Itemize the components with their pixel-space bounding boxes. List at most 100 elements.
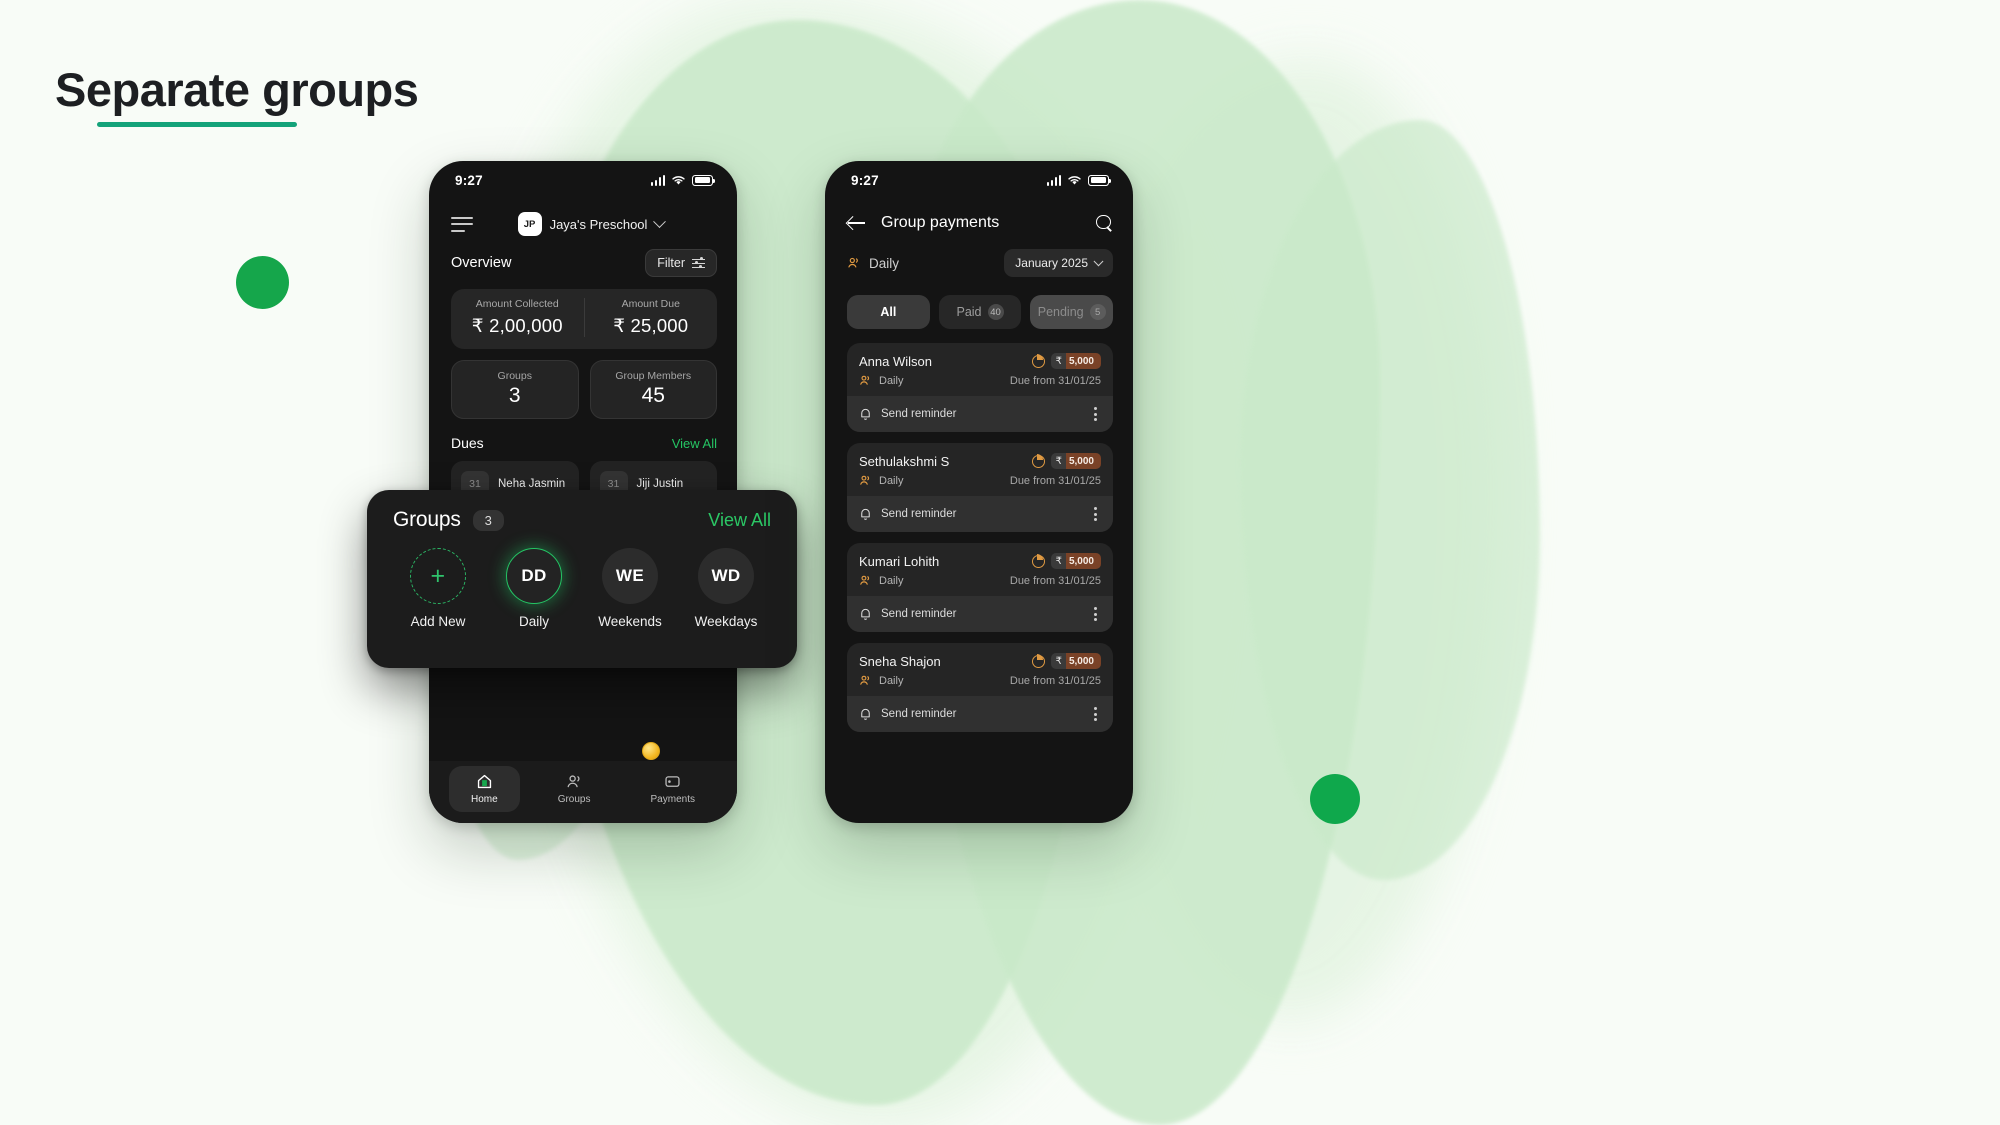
send-reminder-button[interactable]: Send reminder bbox=[859, 607, 956, 621]
groups-count-value: 3 bbox=[508, 384, 521, 407]
people-icon bbox=[860, 675, 870, 685]
overlay-group-label: Weekdays bbox=[694, 614, 758, 629]
table-row[interactable]: Anna Wilson ₹ 5,000 Daily Due from 31/01… bbox=[847, 343, 1113, 432]
group-name: Daily bbox=[879, 674, 904, 687]
status-bar-right: 9:27 bbox=[825, 161, 1133, 199]
pie-chart-icon bbox=[1031, 453, 1045, 468]
group-avatar: DD bbox=[506, 548, 562, 604]
selected-group[interactable]: Daily bbox=[847, 256, 899, 271]
bell-icon bbox=[861, 708, 870, 720]
due-text: Due from 31/01/25 bbox=[1009, 574, 1101, 587]
due-name: Neha Jasmin bbox=[498, 478, 566, 490]
pie-chart-icon bbox=[1031, 553, 1045, 568]
member-name: Anna Wilson bbox=[859, 353, 932, 369]
group-members-label: Group Members bbox=[615, 370, 692, 382]
amount-value: 5,000 bbox=[1065, 453, 1101, 469]
tab-label: Payments bbox=[650, 794, 695, 805]
left-app-bar: JP Jaya's Preschool bbox=[429, 199, 737, 243]
avatar: JP bbox=[517, 212, 542, 236]
group-members-count-card[interactable]: Group Members 45 bbox=[589, 360, 717, 419]
overlay-count-badge: 3 bbox=[472, 509, 504, 531]
send-reminder-button[interactable]: Send reminder bbox=[859, 407, 956, 421]
decorative-dot-left bbox=[236, 256, 289, 309]
payments-list: Anna Wilson ₹ 5,000 Daily Due from 31/01… bbox=[825, 329, 1133, 732]
people-icon bbox=[860, 575, 870, 585]
overlay-view-all-link[interactable]: View All bbox=[708, 510, 771, 531]
amount-due-label: Amount Due bbox=[621, 298, 680, 310]
send-reminder-label: Send reminder bbox=[881, 508, 957, 520]
group-filter-row: Daily January 2025 bbox=[825, 233, 1133, 277]
tab-count: 5 bbox=[1089, 304, 1106, 320]
overview-header: Overview Filter bbox=[429, 243, 737, 277]
overlay-group-daily[interactable]: DD Daily bbox=[491, 548, 577, 629]
more-vertical-icon[interactable] bbox=[1090, 705, 1101, 723]
groups-count-card[interactable]: Groups 3 bbox=[451, 360, 579, 419]
member-name: Kumari Lohith bbox=[859, 553, 940, 569]
dues-view-all-link[interactable]: View All bbox=[672, 436, 717, 451]
groups-count-label: Groups bbox=[497, 370, 532, 382]
hamburger-menu-icon[interactable] bbox=[451, 216, 473, 232]
org-name: Jaya's Preschool bbox=[549, 216, 648, 232]
tab-label: Groups bbox=[557, 794, 591, 805]
plus-icon: + bbox=[410, 548, 466, 604]
bell-icon bbox=[861, 508, 870, 520]
phone-right: 9:27 Group payments Daily January 2025 A… bbox=[825, 161, 1133, 823]
people-icon bbox=[567, 775, 580, 788]
status-bar-left: 9:27 bbox=[429, 161, 737, 199]
send-reminder-button[interactable]: Send reminder bbox=[859, 507, 956, 521]
status-time: 9:27 bbox=[851, 172, 879, 188]
amount-due-cell: Amount Due ₹ 25,000 bbox=[583, 298, 718, 337]
due-text: Due from 31/01/25 bbox=[1009, 674, 1101, 687]
tab-label: Paid bbox=[956, 305, 982, 319]
send-reminder-button[interactable]: Send reminder bbox=[859, 707, 956, 721]
overlay-group-add-new[interactable]: + Add New bbox=[395, 548, 481, 629]
more-vertical-icon[interactable] bbox=[1090, 605, 1101, 623]
wifi-icon bbox=[1068, 175, 1081, 185]
people-icon bbox=[860, 375, 870, 385]
overlay-group-weekends[interactable]: WE Weekends bbox=[587, 548, 673, 629]
group-members-value: 45 bbox=[641, 384, 665, 407]
pie-chart-icon bbox=[1031, 653, 1045, 668]
tab-paid[interactable]: Paid 40 bbox=[938, 295, 1022, 329]
section-title-dues: Dues bbox=[451, 435, 484, 451]
battery-icon bbox=[1088, 174, 1112, 186]
org-selector[interactable]: JP Jaya's Preschool bbox=[517, 212, 673, 236]
member-name: Sethulakshmi S bbox=[859, 453, 950, 469]
section-title-overview: Overview bbox=[451, 255, 512, 271]
overlay-header: Groups 3 View All bbox=[393, 508, 771, 532]
back-arrow-icon[interactable] bbox=[847, 213, 867, 233]
month-selector[interactable]: January 2025 bbox=[1004, 249, 1113, 277]
people-icon bbox=[860, 475, 870, 485]
more-vertical-icon[interactable] bbox=[1090, 405, 1101, 423]
table-row[interactable]: Sneha Shajon ₹ 5,000 Daily Due from 31/0… bbox=[847, 643, 1113, 732]
overlay-group-label: Weekends bbox=[598, 614, 662, 629]
tab-groups[interactable]: Groups bbox=[536, 766, 613, 812]
tab-count: 40 bbox=[987, 304, 1004, 320]
filter-label: Filter bbox=[657, 256, 685, 270]
tab-pending[interactable]: Pending 5 bbox=[1030, 295, 1114, 329]
bell-icon bbox=[861, 608, 870, 620]
overlay-group-weekdays[interactable]: WD Weekdays bbox=[683, 548, 769, 629]
more-vertical-icon[interactable] bbox=[1090, 505, 1101, 523]
amount-collected-value: ₹ 2,00,000 bbox=[471, 315, 563, 336]
search-icon[interactable] bbox=[1096, 214, 1113, 232]
tab-payments[interactable]: Payments bbox=[629, 766, 717, 812]
amount-value: 5,000 bbox=[1065, 653, 1101, 669]
signal-bars-icon bbox=[650, 174, 665, 186]
amount-value: 5,000 bbox=[1065, 553, 1101, 569]
tab-home[interactable]: Home bbox=[449, 766, 520, 812]
filter-button[interactable]: Filter bbox=[645, 249, 717, 277]
send-reminder-label: Send reminder bbox=[881, 708, 957, 720]
table-row[interactable]: Kumari Lohith ₹ 5,000 Daily Due from 31/… bbox=[847, 543, 1113, 632]
home-icon bbox=[477, 774, 491, 789]
table-row[interactable]: Sethulakshmi S ₹ 5,000 Daily Due from 31… bbox=[847, 443, 1113, 532]
group-avatar: WE bbox=[602, 548, 658, 604]
right-app-bar: Group payments bbox=[825, 199, 1133, 233]
send-reminder-label: Send reminder bbox=[881, 608, 957, 620]
tab-all[interactable]: All bbox=[847, 295, 930, 329]
amount-collected-label: Amount Collected bbox=[475, 298, 559, 310]
bottom-tab-bar: Home Groups Payments bbox=[429, 761, 737, 823]
overlay-title: Groups bbox=[393, 508, 461, 531]
payment-status-tabs: All Paid 40 Pending 5 bbox=[825, 277, 1133, 329]
canvas: Separate groups 9:27 JP Jaya's Preschool bbox=[0, 0, 2000, 1125]
